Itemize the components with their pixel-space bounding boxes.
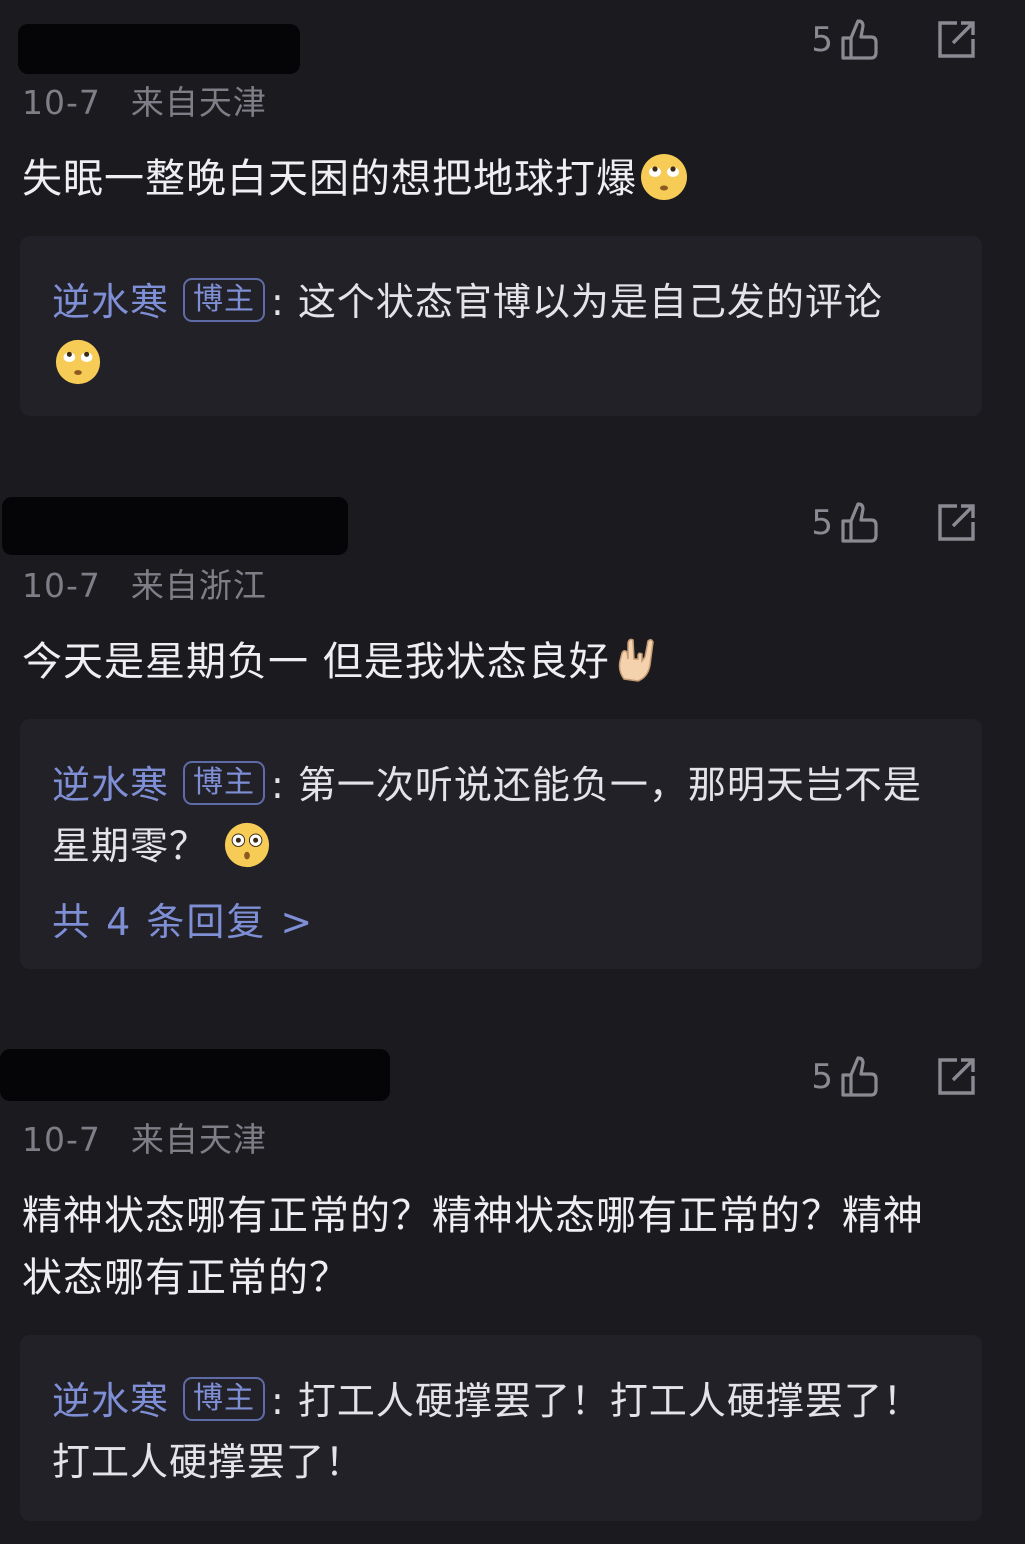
reply-separator: : — [271, 763, 285, 807]
reply-author[interactable]: 逆水寒 — [52, 763, 169, 807]
comment-item: 5 10-7 来自天津 失眠一整晚白天困的想把地球打爆 逆水寒 博主: 这个状态官博… — [0, 0, 1025, 440]
comment-date: 10-7 — [22, 566, 101, 605]
comment-text: 精神状态哪有正常的？精神状态哪有正常的？精神状态哪有正常的？ — [22, 1185, 942, 1309]
author-reply[interactable]: 逆水寒 博主: 这个状态官博以为是自己发的评论 — [20, 236, 982, 416]
reply-text: 逆水寒 博主: 这个状态官博以为是自己发的评论 — [52, 272, 922, 404]
share-icon[interactable] — [935, 1056, 977, 1098]
comment-text-content: 精神状态哪有正常的？精神状态哪有正常的？精神状态哪有正常的？ — [22, 1193, 924, 1301]
rock-on-hand-emoji-icon — [612, 635, 662, 703]
like-count: 5 — [811, 503, 833, 543]
reply-author[interactable]: 逆水寒 — [52, 1379, 169, 1423]
thumbs-up-icon[interactable] — [839, 1055, 879, 1099]
comment-actions: 5 — [811, 501, 977, 545]
comment-location: 来自天津 — [130, 1120, 267, 1159]
author-tag-badge: 博主 — [183, 278, 266, 322]
reply-text: 逆水寒 博主: 打工人硬撑罢了！打工人硬撑罢了！打工人硬撑罢了！ — [52, 1371, 922, 1493]
thumbs-up-icon[interactable] — [839, 18, 879, 62]
reply-author[interactable]: 逆水寒 — [52, 280, 169, 324]
reply-content: 这个状态官博以为是自己发的评论 — [297, 280, 883, 324]
comment-meta: 10-7 来自浙江 — [22, 559, 267, 607]
author-reply[interactable]: 逆水寒 博主: 第一次听说还能负一，那明天岂不是星期零？ 共 4 条回复 > — [20, 719, 982, 969]
comment-location: 来自浙江 — [130, 566, 267, 605]
comment-item: 5 10-7 来自天津 精神状态哪有正常的？精神状态哪有正常的？精神状态哪有正常的… — [0, 1037, 1025, 1537]
comment-text: 今天是星期负一 但是我状态良好 — [22, 631, 982, 703]
reply-separator: : — [271, 1379, 285, 1423]
author-reply[interactable]: 逆水寒 博主: 打工人硬撑罢了！打工人硬撑罢了！打工人硬撑罢了！ — [20, 1335, 982, 1521]
comment-text: 失眠一整晚白天困的想把地球打爆 — [22, 148, 982, 220]
author-tag-badge: 博主 — [183, 1377, 266, 1421]
comment-meta: 10-7 来自天津 — [22, 76, 267, 124]
view-more-replies-link[interactable]: 共 4 条回复 > — [52, 891, 314, 946]
comment-date: 10-7 — [22, 83, 101, 122]
comment-item: 5 10-7 来自浙江 今天是星期负一 但是我状态良好 逆水寒 博主: 第一次听说还… — [0, 483, 1025, 1003]
comment-date: 10-7 — [22, 1120, 101, 1159]
comment-actions: 5 — [811, 1055, 977, 1099]
redacted-username — [18, 24, 300, 74]
rolling-eyes-emoji-icon — [639, 152, 689, 220]
hushed-face-emoji-icon — [223, 821, 271, 887]
like-count: 5 — [811, 20, 833, 60]
comment-text-content: 失眠一整晚白天困的想把地球打爆 — [22, 156, 637, 202]
redacted-username — [0, 1049, 390, 1101]
reply-separator: : — [271, 280, 285, 324]
comment-text-content: 今天是星期负一 但是我状态良好 — [22, 639, 610, 685]
thumbs-up-icon[interactable] — [839, 501, 879, 545]
reply-text: 逆水寒 博主: 第一次听说还能负一，那明天岂不是星期零？ — [52, 755, 922, 887]
share-icon[interactable] — [935, 19, 977, 61]
redacted-username — [2, 497, 348, 555]
share-icon[interactable] — [935, 502, 977, 544]
author-tag-badge: 博主 — [183, 761, 266, 805]
comment-meta: 10-7 来自天津 — [22, 1113, 267, 1161]
like-count: 5 — [811, 1057, 833, 1097]
comment-location: 来自天津 — [130, 83, 267, 122]
comment-actions: 5 — [811, 18, 977, 62]
rolling-eyes-emoji-icon — [54, 338, 102, 404]
